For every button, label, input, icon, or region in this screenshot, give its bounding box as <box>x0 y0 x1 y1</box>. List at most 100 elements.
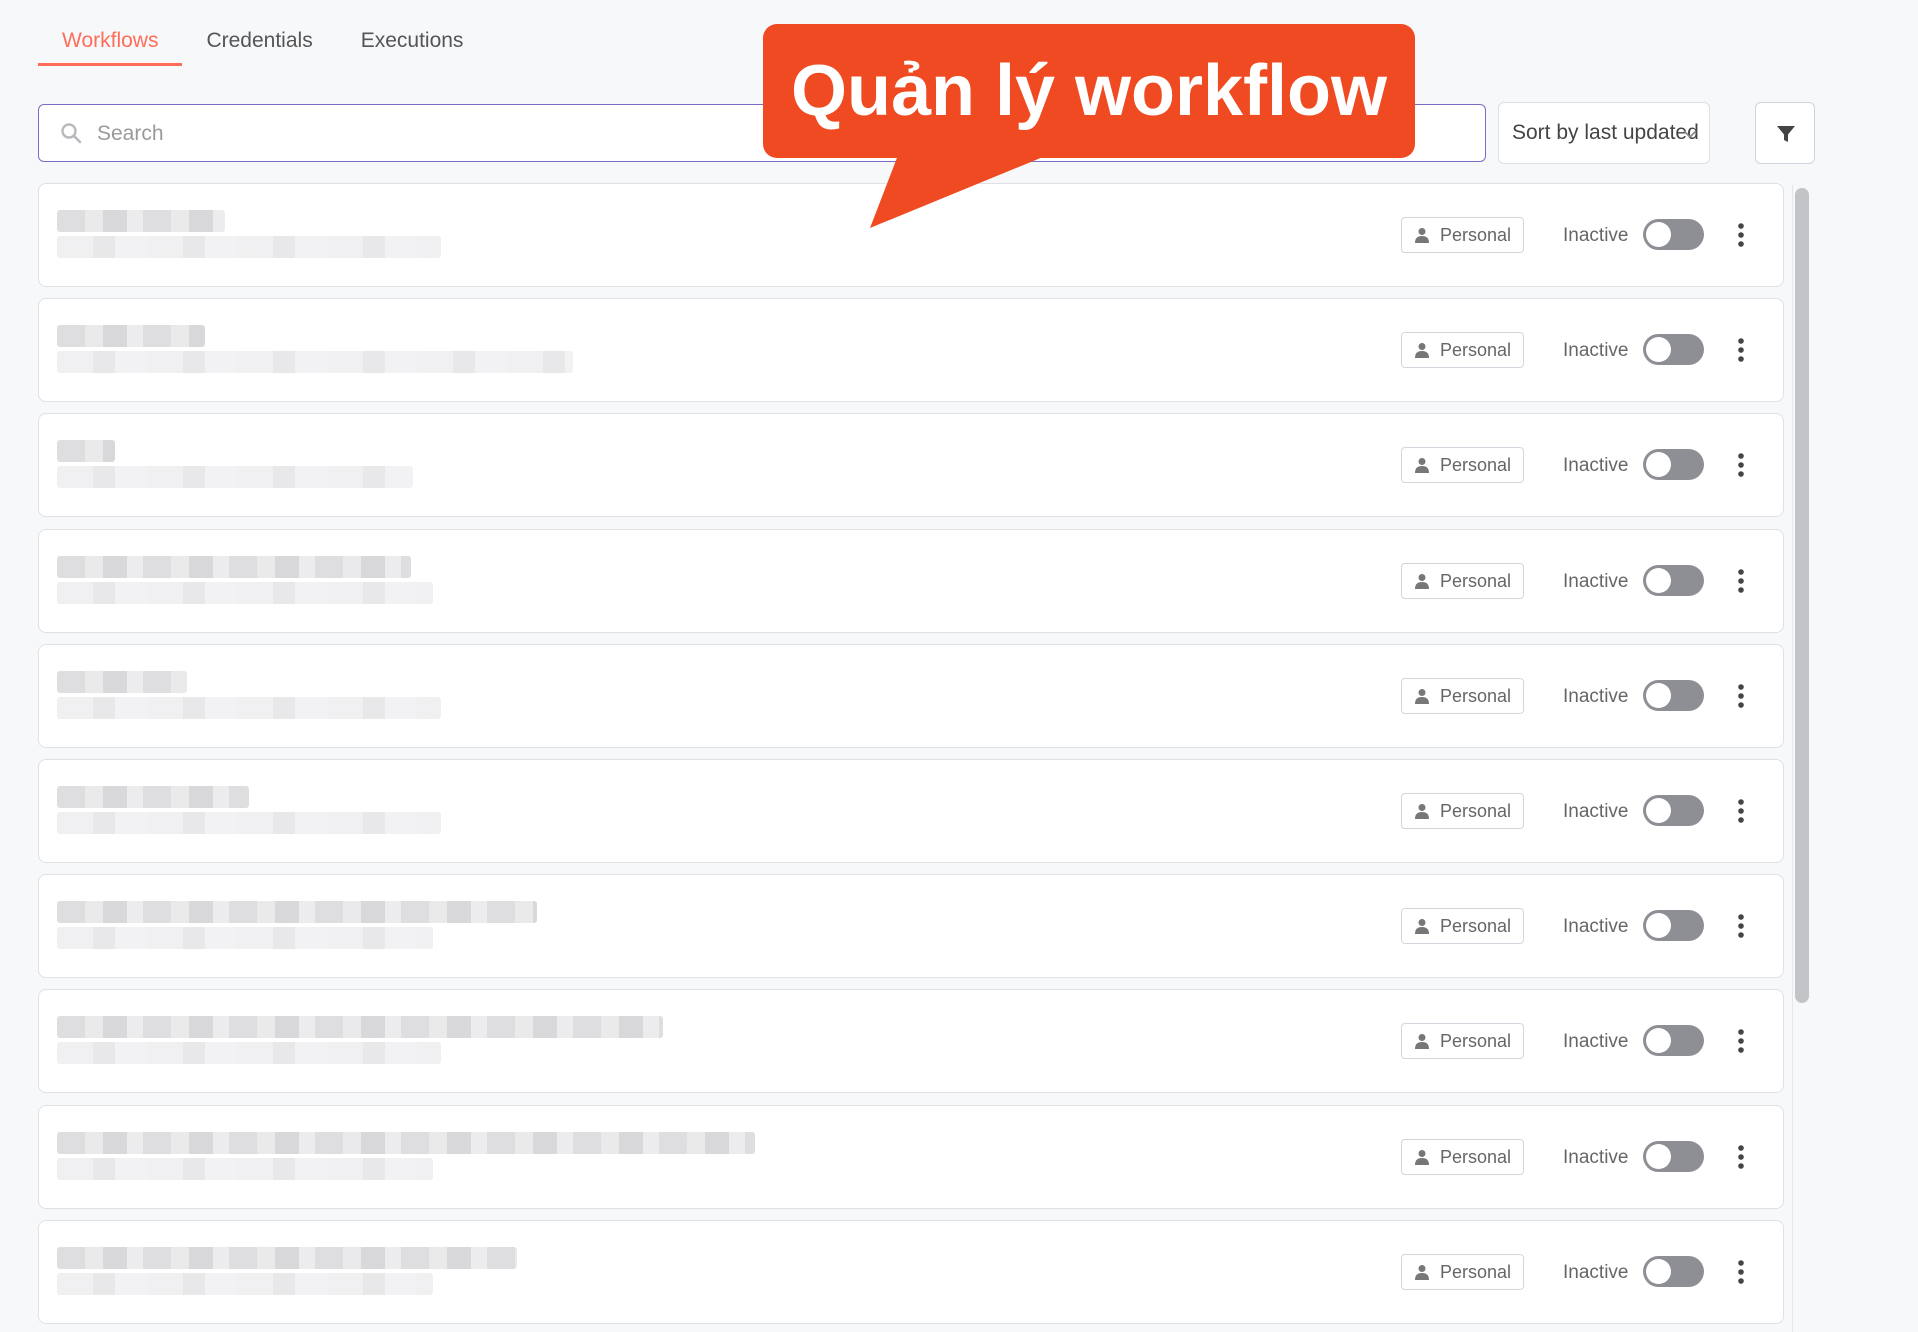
workflow-row[interactable]: Personal Inactive <box>38 413 1784 517</box>
owner-badge: Personal <box>1401 447 1525 483</box>
active-toggle[interactable] <box>1643 449 1704 480</box>
active-toggle[interactable] <box>1643 680 1704 711</box>
user-icon <box>1415 228 1429 243</box>
status-label: Inactive <box>1563 1031 1629 1052</box>
redacted-subtitle <box>57 1273 433 1295</box>
owner-label: Personal <box>1440 1262 1512 1282</box>
workflow-row[interactable]: Personal Inactive <box>38 298 1784 402</box>
chevron-down-icon <box>1683 130 1697 139</box>
more-vertical-icon[interactable] <box>1735 452 1747 478</box>
sort-select[interactable]: Sort by last updated <box>1498 102 1710 164</box>
owner-label: Personal <box>1440 571 1512 591</box>
more-vertical-icon[interactable] <box>1735 337 1747 363</box>
workflows-page: Workflows Credentials Executions Sort by… <box>0 0 1918 1332</box>
workflow-name-redacted[interactable] <box>57 321 697 381</box>
toggle-knob <box>1646 452 1671 477</box>
status-label: Inactive <box>1563 225 1629 246</box>
user-icon <box>1415 574 1429 589</box>
workflow-name-redacted[interactable] <box>57 206 697 266</box>
search-icon <box>61 123 82 144</box>
more-vertical-icon[interactable] <box>1735 222 1747 248</box>
toggle-knob <box>1646 913 1671 938</box>
status-label: Inactive <box>1563 1262 1629 1283</box>
more-vertical-icon[interactable] <box>1735 683 1747 709</box>
toggle-knob <box>1646 337 1671 362</box>
user-icon <box>1415 1150 1429 1165</box>
user-icon <box>1415 804 1429 819</box>
active-toggle[interactable] <box>1643 219 1704 250</box>
owner-badge: Personal <box>1401 1023 1525 1059</box>
active-toggle[interactable] <box>1643 1256 1704 1287</box>
owner-badge: Personal <box>1401 908 1525 944</box>
callout-annotation: Quản lý workflow <box>763 24 1415 158</box>
tab-workflows[interactable]: Workflows <box>38 14 183 66</box>
owner-badge: Personal <box>1401 563 1525 599</box>
user-icon <box>1415 1034 1429 1049</box>
sort-select-value: Sort by last updated <box>1512 121 1699 144</box>
workflow-list: Personal Inactive Personal Inactive Personal… <box>38 183 1784 1332</box>
owner-label: Personal <box>1440 1147 1512 1167</box>
status-label: Inactive <box>1563 571 1629 592</box>
redacted-subtitle <box>57 1158 433 1180</box>
workflow-row[interactable]: Personal Inactive <box>38 644 1784 748</box>
active-toggle[interactable] <box>1643 334 1704 365</box>
workflow-name-redacted[interactable] <box>57 897 697 957</box>
redacted-title <box>57 786 249 808</box>
tab-executions[interactable]: Executions <box>337 14 488 66</box>
redacted-subtitle <box>57 582 433 604</box>
redacted-title <box>57 1132 755 1154</box>
more-vertical-icon[interactable] <box>1735 913 1747 939</box>
redacted-subtitle <box>57 236 441 258</box>
filter-icon <box>1777 126 1795 142</box>
owner-label: Personal <box>1440 686 1512 706</box>
workflow-row[interactable]: Personal Inactive <box>38 989 1784 1093</box>
owner-label: Personal <box>1440 455 1512 475</box>
redacted-subtitle <box>57 697 441 719</box>
more-vertical-icon[interactable] <box>1735 1144 1747 1170</box>
redacted-title <box>57 210 225 232</box>
active-toggle[interactable] <box>1643 795 1704 826</box>
workflow-row[interactable]: Personal Inactive <box>38 1220 1784 1324</box>
workflow-row[interactable]: Personal Inactive <box>38 1105 1784 1209</box>
redacted-title <box>57 440 115 462</box>
more-vertical-icon[interactable] <box>1735 568 1747 594</box>
workflow-name-redacted[interactable] <box>57 436 697 496</box>
toggle-knob <box>1646 683 1671 708</box>
owner-label: Personal <box>1440 801 1512 821</box>
owner-badge: Personal <box>1401 793 1525 829</box>
toggle-knob <box>1646 568 1671 593</box>
workflow-row[interactable]: Personal Inactive <box>38 529 1784 633</box>
redacted-title <box>57 901 537 923</box>
status-label: Inactive <box>1563 686 1629 707</box>
workflow-name-redacted[interactable] <box>57 1128 755 1188</box>
active-toggle[interactable] <box>1643 910 1704 941</box>
redacted-title <box>57 1247 517 1269</box>
owner-badge: Personal <box>1401 678 1525 714</box>
active-toggle[interactable] <box>1643 1025 1704 1056</box>
workflow-name-redacted[interactable] <box>57 667 697 727</box>
filter-button[interactable] <box>1755 102 1815 164</box>
workflow-name-redacted[interactable] <box>57 1243 697 1303</box>
user-icon <box>1415 458 1429 473</box>
status-label: Inactive <box>1563 916 1629 937</box>
owner-label: Personal <box>1440 916 1512 936</box>
active-toggle[interactable] <box>1643 565 1704 596</box>
workflow-name-redacted[interactable] <box>57 1012 697 1072</box>
more-vertical-icon[interactable] <box>1735 1259 1747 1285</box>
owner-badge: Personal <box>1401 1254 1525 1290</box>
callout-pointer <box>870 150 1060 228</box>
user-icon <box>1415 343 1429 358</box>
tab-credentials[interactable]: Credentials <box>182 14 336 66</box>
toggle-knob <box>1646 798 1671 823</box>
status-label: Inactive <box>1563 455 1629 476</box>
scrollbar-thumb[interactable] <box>1795 188 1809 1003</box>
workflow-row[interactable]: Personal Inactive <box>38 759 1784 863</box>
more-vertical-icon[interactable] <box>1735 798 1747 824</box>
redacted-title <box>57 1016 663 1038</box>
workflow-row[interactable]: Personal Inactive <box>38 874 1784 978</box>
active-toggle[interactable] <box>1643 1141 1704 1172</box>
redacted-subtitle <box>57 351 573 373</box>
workflow-name-redacted[interactable] <box>57 782 697 842</box>
workflow-name-redacted[interactable] <box>57 552 697 612</box>
more-vertical-icon[interactable] <box>1735 1028 1747 1054</box>
